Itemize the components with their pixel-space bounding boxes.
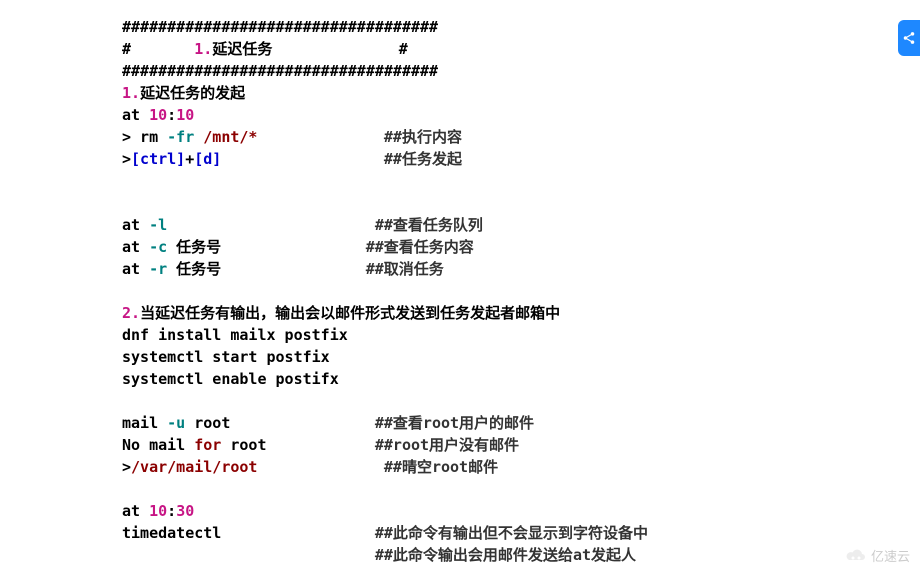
code-segment: -r (149, 260, 167, 278)
code-segment: : (167, 502, 176, 520)
code-line: timedatectl ##此命令有输出但不会显示到字符设备中 (122, 522, 920, 544)
code-line: at -r 任务号 ##取消任务 (122, 258, 920, 280)
code-segment: ##查看root用户的邮件 (375, 414, 534, 432)
code-segment: mail (122, 414, 167, 432)
code-line (122, 170, 920, 192)
code-line: systemctl start postfix (122, 346, 920, 368)
code-segment: 1. (122, 84, 140, 102)
code-segment: ##查看任务内容 (366, 238, 474, 256)
code-line: No mail for root ##root用户没有邮件 (122, 434, 920, 456)
code-line: ################################### (122, 16, 920, 38)
code-line (122, 390, 920, 412)
code-segment: 任务号 (167, 260, 366, 278)
code-line: 2.当延迟任务有输出，输出会以邮件形式发送到任务发起者邮箱中 (122, 302, 920, 324)
code-segment: systemctl enable postifx (122, 370, 339, 388)
code-segment: ################################### (122, 18, 438, 36)
code-segment (257, 458, 383, 476)
code-segment: 任务号 (167, 238, 366, 256)
code-segment (122, 194, 131, 212)
code-segment: ##取消任务 (366, 260, 444, 278)
code-segment (122, 392, 131, 410)
code-segment: > (122, 150, 131, 168)
code-block: #################################### 1.延… (0, 0, 920, 566)
code-segment (122, 172, 131, 190)
code-segment: 2. (122, 304, 140, 322)
code-segment: [ctrl] (131, 150, 185, 168)
code-segment: at (122, 238, 149, 256)
code-segment: 10 (149, 106, 167, 124)
code-segment: 1. (194, 40, 212, 58)
code-segment: at (122, 216, 149, 234)
code-line: systemctl enable postifx (122, 368, 920, 390)
share-icon (902, 31, 916, 45)
watermark-text: 亿速云 (871, 546, 910, 565)
code-segment (257, 128, 383, 146)
code-line: at -l ##查看任务队列 (122, 214, 920, 236)
code-line: # 1.延迟任务 # (122, 38, 920, 60)
code-segment: at (122, 502, 149, 520)
code-line: at 10:30 (122, 500, 920, 522)
code-line (122, 192, 920, 214)
code-line: > rm -fr /mnt/* ##执行内容 (122, 126, 920, 148)
code-segment: 10 (149, 502, 167, 520)
code-segment: 延迟任务 # (212, 40, 407, 58)
code-line: ##此命令输出会用邮件发送给at发起人 (122, 544, 920, 566)
code-segment: # (122, 40, 194, 58)
code-segment: timedatectl (122, 524, 375, 542)
code-segment: ##此命令有输出但不会显示到字符设备中 (375, 524, 648, 542)
code-segment (122, 282, 131, 300)
code-segment: root (221, 436, 375, 454)
code-segment: at (122, 260, 149, 278)
code-segment (167, 216, 375, 234)
code-line: >[ctrl]+[d] ##任务发起 (122, 148, 920, 170)
code-line: at 10:10 (122, 104, 920, 126)
code-line: dnf install mailx postfix (122, 324, 920, 346)
code-segment: > (122, 458, 131, 476)
cloud-icon (845, 549, 867, 563)
code-segment: /mnt/* (203, 128, 257, 146)
code-segment: -c (149, 238, 167, 256)
code-segment: ##此命令输出会用邮件发送给at发起人 (375, 546, 636, 564)
code-segment: ##晴空root邮件 (384, 458, 498, 476)
code-segment: [d] (194, 150, 221, 168)
code-segment (194, 128, 203, 146)
code-line (122, 280, 920, 302)
code-segment (122, 546, 375, 564)
code-line: ################################### (122, 60, 920, 82)
code-segment: > rm (122, 128, 167, 146)
code-segment: ##执行内容 (384, 128, 462, 146)
code-segment: -fr (167, 128, 194, 146)
code-segment: for (194, 436, 221, 454)
code-segment: ##查看任务队列 (375, 216, 483, 234)
code-line: >/var/mail/root ##晴空root邮件 (122, 456, 920, 478)
code-segment: root (185, 414, 375, 432)
code-segment: -u (167, 414, 185, 432)
code-segment: systemctl start postfix (122, 348, 330, 366)
code-segment: at (122, 106, 149, 124)
code-segment: ##任务发起 (384, 150, 462, 168)
code-segment (221, 150, 384, 168)
code-segment: /var/mail/root (131, 458, 257, 476)
code-segment: ##root用户没有邮件 (375, 436, 519, 454)
code-segment (122, 480, 131, 498)
code-line: 1.延迟任务的发起 (122, 82, 920, 104)
share-button[interactable] (898, 20, 920, 56)
watermark: 亿速云 (845, 546, 910, 565)
code-segment: No mail (122, 436, 194, 454)
code-segment: 延迟任务的发起 (140, 84, 245, 102)
code-segment: ################################### (122, 62, 438, 80)
code-segment: -l (149, 216, 167, 234)
code-segment: 当延迟任务有输出，输出会以邮件形式发送到任务发起者邮箱中 (140, 304, 560, 322)
code-line: at -c 任务号 ##查看任务内容 (122, 236, 920, 258)
code-segment: : (167, 106, 176, 124)
code-segment: dnf install mailx postfix (122, 326, 348, 344)
code-line: mail -u root ##查看root用户的邮件 (122, 412, 920, 434)
code-segment: 10 (176, 106, 194, 124)
code-segment: + (185, 150, 194, 168)
code-segment: 30 (176, 502, 194, 520)
code-line (122, 478, 920, 500)
